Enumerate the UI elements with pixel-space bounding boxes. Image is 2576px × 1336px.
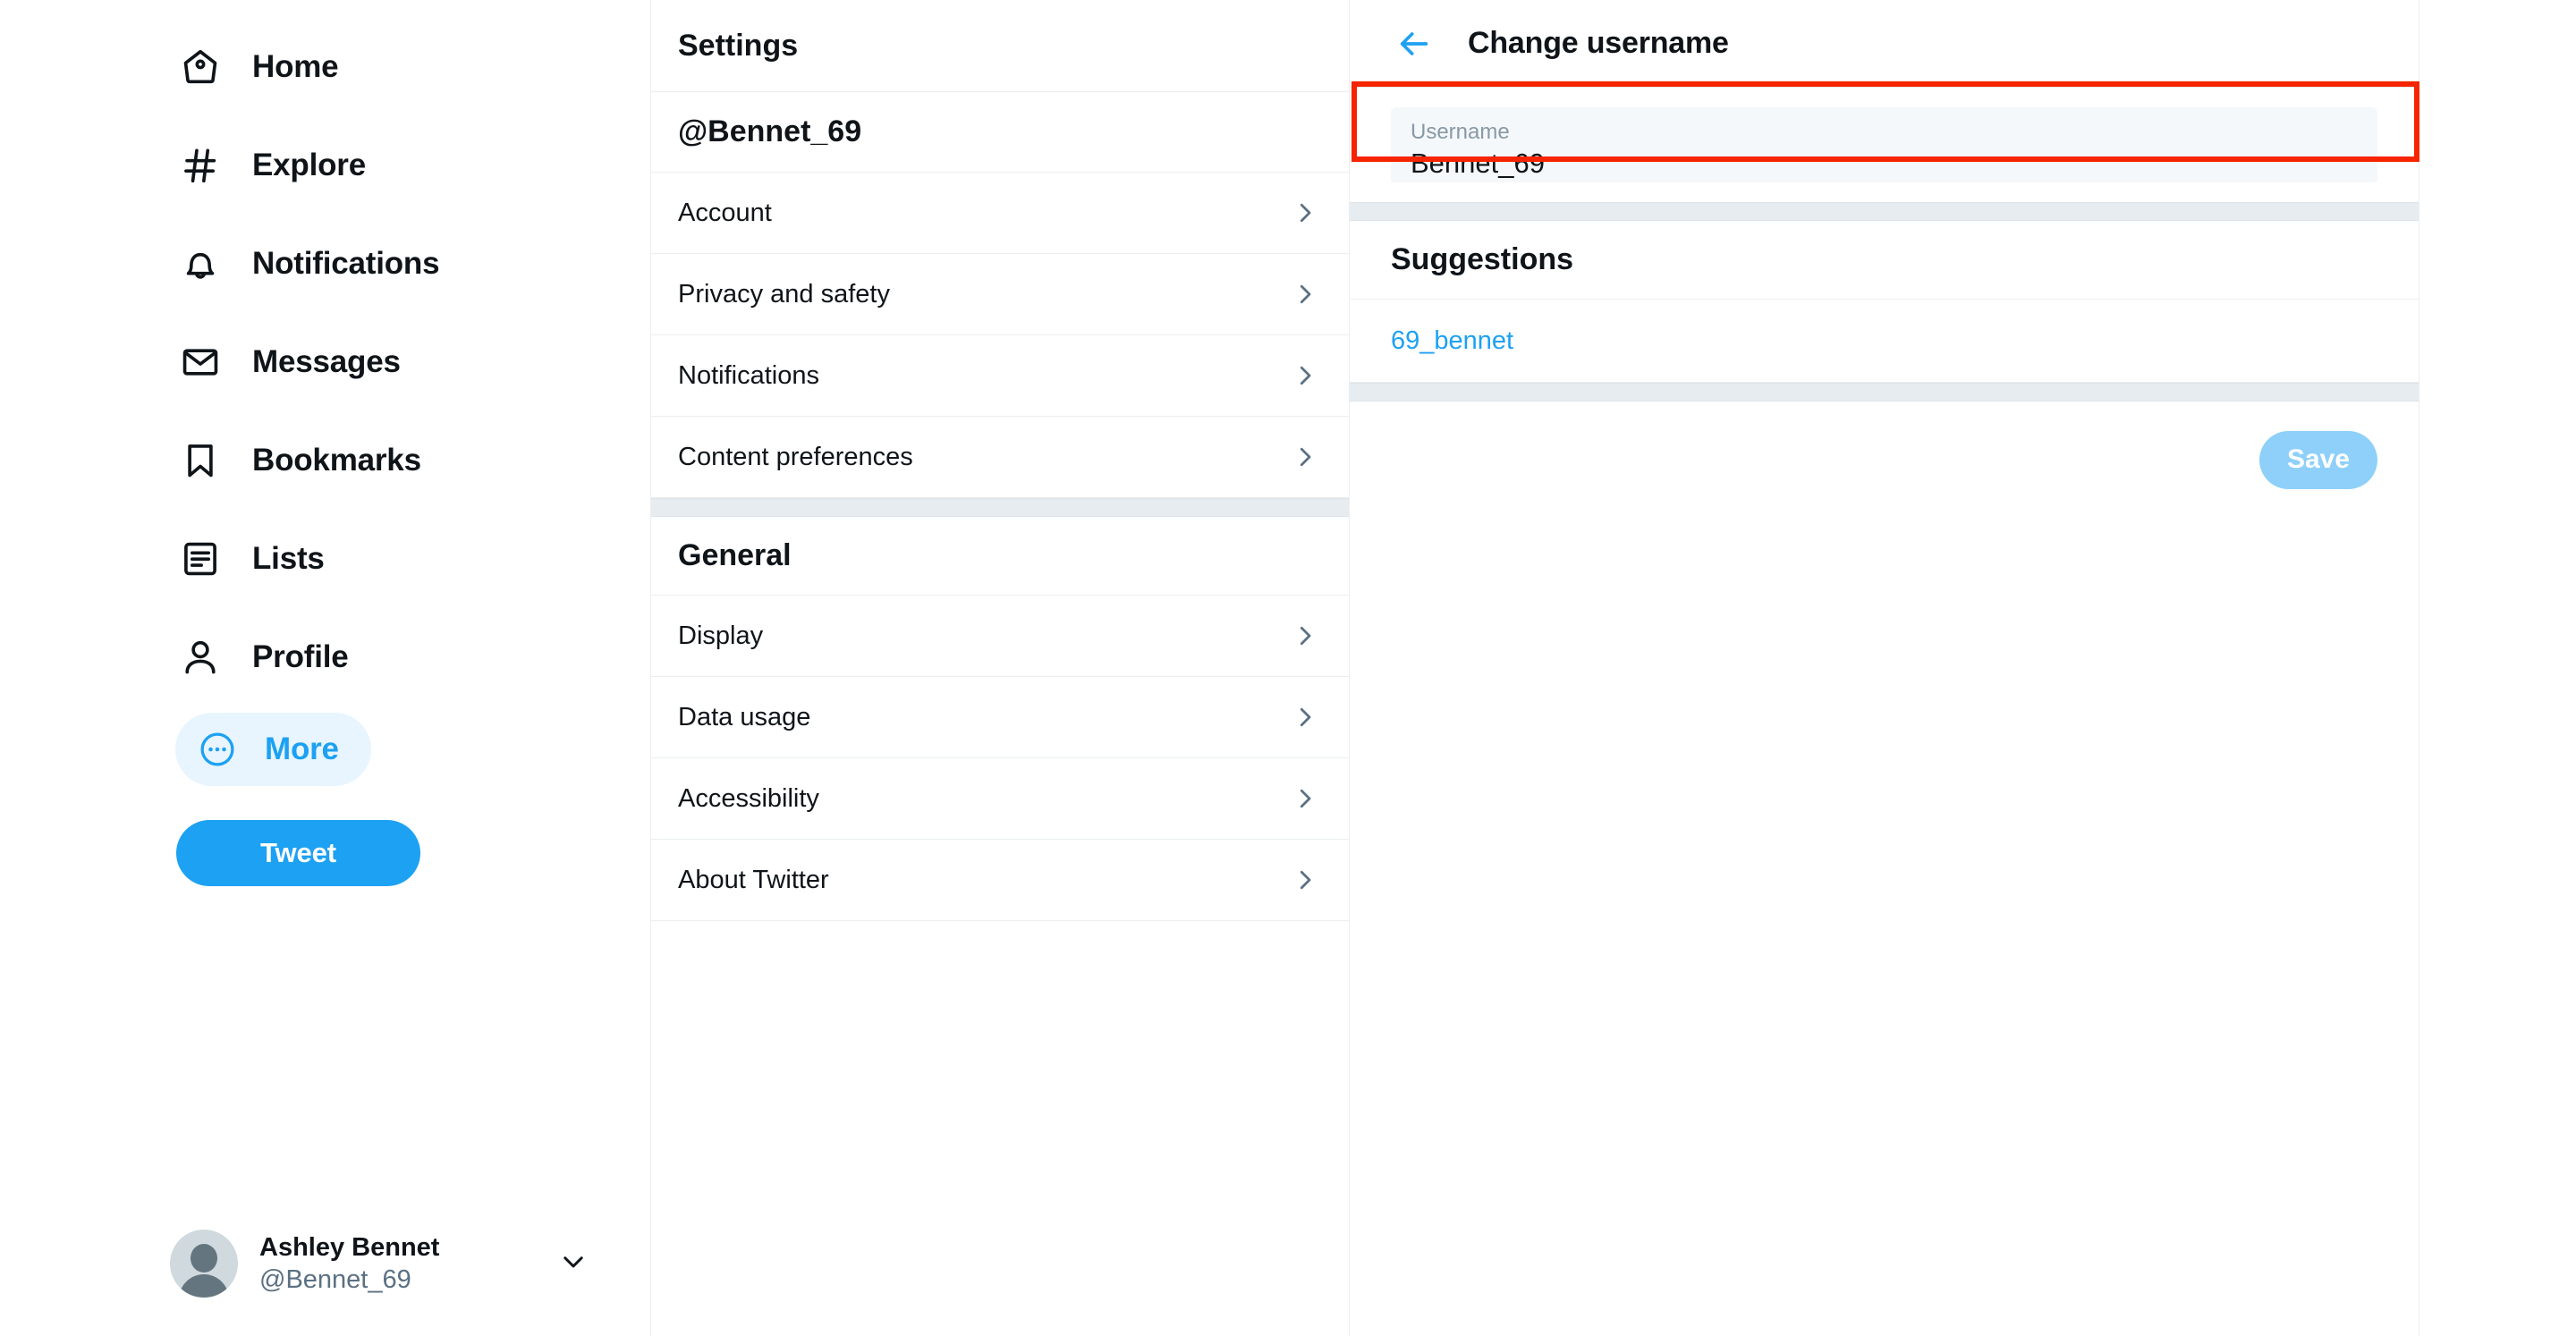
panel-divider xyxy=(1350,383,2419,402)
settings-account-handle: @Bennet_69 xyxy=(651,92,1349,173)
nav-item-label: Bookmarks xyxy=(252,443,421,478)
settings-row-display[interactable]: Display xyxy=(651,596,1349,677)
username-input-value: Bennet_69 xyxy=(1411,147,2358,182)
panel-header: Change username xyxy=(1350,0,2419,88)
person-icon xyxy=(177,634,224,681)
ellipsis-circle-icon xyxy=(195,727,240,772)
nav-item-label: Messages xyxy=(252,344,401,380)
settings-row-label: Notifications xyxy=(678,361,819,391)
settings-row-label: Privacy and safety xyxy=(678,280,890,309)
account-handle: @Bennet_69 xyxy=(259,1264,439,1296)
envelope-icon xyxy=(177,339,224,385)
nav-item-label: Lists xyxy=(252,541,325,577)
account-text: Ashley Bennet @Bennet_69 xyxy=(259,1231,439,1297)
chevron-right-icon xyxy=(1292,785,1318,812)
nav-item-bookmarks[interactable]: Bookmarks xyxy=(0,411,501,510)
settings-row-privacy-and-safety[interactable]: Privacy and safety xyxy=(651,254,1349,335)
primary-nav-list: Home Explore xyxy=(0,18,501,706)
chevron-right-icon xyxy=(1292,704,1318,731)
settings-section-general: General xyxy=(651,517,1349,596)
settings-row-label: Display xyxy=(678,621,763,651)
nav-item-notifications[interactable]: Notifications xyxy=(0,215,501,313)
nav-item-messages[interactable]: Messages xyxy=(0,313,501,411)
avatar-body xyxy=(179,1274,229,1298)
twitter-settings-screen: Home Explore xyxy=(0,0,2576,1336)
account-switcher[interactable]: Ashley Bennet @Bennet_69 xyxy=(170,1219,599,1308)
back-arrow-icon[interactable] xyxy=(1391,21,1437,67)
chevron-right-icon xyxy=(1292,362,1318,389)
settings-title: Settings xyxy=(651,0,1349,92)
nav-item-explore[interactable]: Explore xyxy=(0,116,501,215)
nav-item-label: Home xyxy=(252,49,338,85)
nav-item-profile[interactable]: Profile xyxy=(0,608,501,706)
nav-item-label: Notifications xyxy=(252,246,439,282)
suggestion-label: 69_bennet xyxy=(1391,326,1513,356)
empty-right-gutter xyxy=(2420,0,2576,1336)
save-button[interactable]: Save xyxy=(2259,431,2377,489)
settings-row-label: Content preferences xyxy=(678,443,913,472)
left-navigation-sidebar: Home Explore xyxy=(0,0,650,1336)
settings-row-about-twitter[interactable]: About Twitter xyxy=(651,840,1349,921)
save-row: Save xyxy=(1350,402,2419,518)
chevron-right-icon xyxy=(1292,622,1318,649)
username-input-label: Username xyxy=(1411,120,2358,145)
page-title: Change username xyxy=(1468,26,1729,61)
section-divider xyxy=(651,498,1349,517)
suggestion-item[interactable]: 69_bennet xyxy=(1350,300,2419,383)
chevron-right-icon xyxy=(1292,444,1318,470)
chevron-right-icon xyxy=(1292,867,1318,893)
list-icon xyxy=(177,536,224,582)
nav-item-lists[interactable]: Lists xyxy=(0,510,501,608)
chevron-down-icon[interactable] xyxy=(558,1247,589,1281)
settings-row-notifications[interactable]: Notifications xyxy=(651,335,1349,417)
username-input[interactable]: Username Bennet_69 xyxy=(1391,107,2377,182)
settings-row-label: About Twitter xyxy=(678,866,829,895)
settings-row-content-preferences[interactable]: Content preferences xyxy=(651,417,1349,498)
chevron-right-icon xyxy=(1292,199,1318,226)
bookmark-icon xyxy=(177,437,224,484)
settings-column: Settings @Bennet_69 Account Privacy and … xyxy=(650,0,1350,1336)
account-display-name: Ashley Bennet xyxy=(259,1231,439,1264)
nav-item-label: Profile xyxy=(252,639,349,675)
hashtag-icon xyxy=(177,142,224,189)
home-icon xyxy=(177,44,224,90)
settings-row-accessibility[interactable]: Accessibility xyxy=(651,758,1349,840)
settings-row-label: Accessibility xyxy=(678,784,819,814)
nav-item-more[interactable]: More xyxy=(175,713,371,786)
tweet-button[interactable]: Tweet xyxy=(176,820,420,886)
change-username-panel: Change username Username Bennet_69 Sugge… xyxy=(1350,0,2419,1336)
settings-row-label: Data usage xyxy=(678,703,810,732)
panel-divider xyxy=(1350,202,2419,221)
settings-row-data-usage[interactable]: Data usage xyxy=(651,677,1349,758)
default-avatar-icon xyxy=(191,1244,217,1273)
avatar xyxy=(170,1230,238,1298)
nav-item-label: More xyxy=(265,731,339,767)
bell-icon xyxy=(177,241,224,287)
settings-row-label: Account xyxy=(678,199,772,228)
nav-item-home[interactable]: Home xyxy=(0,18,501,116)
suggestions-heading: Suggestions xyxy=(1350,221,2419,300)
username-field-wrapper: Username Bennet_69 xyxy=(1350,107,2419,182)
nav-item-label: Explore xyxy=(252,148,366,183)
settings-row-account[interactable]: Account xyxy=(651,173,1349,254)
chevron-right-icon xyxy=(1292,281,1318,308)
